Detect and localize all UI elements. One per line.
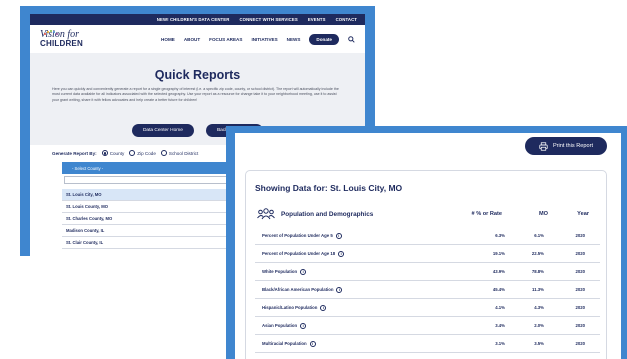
option-county[interactable]: County [101, 150, 125, 156]
data-table: Percent of Population Under Age 5i 6.3% … [255, 227, 600, 353]
utility-link-contact[interactable]: CONTACT [336, 17, 357, 22]
option-zip-code[interactable]: Zip Code [129, 150, 156, 156]
row-label-text: Hispanic/Latino Population [262, 305, 318, 310]
nav-news[interactable]: NEWS [287, 37, 301, 42]
row-label-text: White Population [262, 269, 298, 274]
info-icon[interactable]: i [320, 304, 327, 311]
row-label-text: Multiracial Population [262, 341, 307, 346]
row-value: 45.4% [492, 287, 505, 292]
row-label-text: Black/African American Population [262, 287, 334, 292]
search-icon[interactable] [348, 35, 355, 43]
column-header-rate: # % or Rate [471, 211, 502, 217]
table-row: Hispanic/Latino Population i 4.1% 4.3% 20… [255, 299, 600, 317]
row-label: Hispanic/Latino Population i [262, 304, 327, 311]
info-icon[interactable]: i [300, 322, 307, 329]
row-value: 19.1% [492, 251, 505, 256]
page-description: Here you can quickly and conveniently ge… [52, 87, 339, 102]
row-label-text: Percent of Population Under Age 5 [262, 233, 333, 238]
donate-button[interactable]: Donate [309, 33, 339, 45]
row-label: Percent of Population Under Age 18 i [262, 250, 345, 257]
generate-report-row: Generate Report By: County Zip Code Scho… [52, 150, 198, 156]
print-report-button[interactable]: Print this Report [525, 137, 607, 155]
logo-dots-icon [44, 30, 58, 36]
row-mo: 3.5% [534, 341, 544, 346]
section-label: Population and Demographics [281, 210, 374, 218]
nav-links: HOME ABOUT FOCUS AREAS INITIATIVES NEWS … [161, 33, 355, 45]
option-school-label: School District [168, 150, 199, 156]
composite-screenshot: NEW! CHILDREN'S DATA CENTER CONNECT WITH… [0, 0, 627, 359]
row-year: 2020 [575, 269, 585, 274]
nav-home[interactable]: HOME [161, 37, 175, 42]
row-value: 6.3% [495, 233, 505, 238]
table-row: Black/African American Population i 45.4%… [255, 281, 600, 299]
row-year: 2020 [575, 251, 585, 256]
table-row: Multiracial Population i 3.1% 3.5% 2020 [255, 335, 600, 353]
row-mo: 78.8% [531, 269, 544, 274]
row-value: 3.4% [495, 323, 505, 328]
row-label: White Population i [262, 268, 307, 275]
row-year: 2020 [575, 305, 585, 310]
nav-about[interactable]: ABOUT [184, 37, 200, 42]
utility-link-events[interactable]: EVENTS [308, 17, 326, 22]
column-header-year: Year [577, 211, 589, 217]
utility-bar: NEW! CHILDREN'S DATA CENTER CONNECT WITH… [30, 14, 365, 25]
nav-initiatives[interactable]: INITIATIVES [251, 37, 277, 42]
row-year: 2020 [575, 287, 585, 292]
info-icon[interactable]: i [300, 268, 307, 275]
data-center-home-button[interactable]: Data Center Home [131, 124, 194, 137]
main-nav: Vision for CHILDREN HOME ABOUT FOCUS ARE… [30, 25, 365, 53]
info-icon[interactable]: i [309, 340, 316, 347]
option-county-label: County [109, 150, 125, 156]
row-value: 4.1% [495, 305, 505, 310]
logo-text-bottom: CHILDREN [40, 39, 83, 48]
row-mo: 6.1% [534, 233, 544, 238]
row-value: 3.1% [495, 341, 505, 346]
row-value: 43.9% [492, 269, 505, 274]
row-label-text: Asian Population [262, 323, 298, 328]
row-mo: 11.3% [532, 287, 544, 292]
page-title: Quick Reports [154, 68, 241, 82]
option-zip-label: Zip Code [137, 150, 156, 156]
print-report-label: Print this Report [552, 143, 594, 149]
option-school-district[interactable]: School District [160, 150, 199, 156]
info-icon[interactable]: i [336, 286, 343, 293]
info-icon[interactable]: i [338, 250, 345, 257]
row-mo: 2.0% [534, 323, 544, 328]
radio-zip-code[interactable] [129, 150, 136, 156]
column-header-mo: MO [538, 211, 548, 217]
row-label: Black/African American Population i [262, 286, 343, 293]
printer-icon [539, 141, 548, 151]
row-label: Percent of Population Under Age 5i [262, 232, 342, 239]
info-icon[interactable]: i [335, 232, 342, 239]
row-label: Multiracial Population i [262, 340, 316, 347]
row-mo: 4.3% [534, 305, 544, 310]
nav-focus-areas[interactable]: FOCUS AREAS [209, 37, 242, 42]
row-year: 2020 [575, 341, 585, 346]
report-page: Print this Report Showing Data for: St. … [235, 133, 621, 359]
people-group-icon [257, 208, 275, 220]
report-title: Showing Data for: St. Louis City, MO [255, 183, 403, 193]
radio-school-district[interactable] [160, 150, 167, 156]
report-card: Showing Data for: St. Louis City, MO Pop… [245, 170, 607, 359]
radio-county[interactable] [101, 150, 108, 156]
generate-label: Generate Report By: [52, 150, 97, 156]
row-year: 2020 [575, 323, 585, 328]
table-row: Percent of Population Under Age 5i 6.3% … [255, 227, 600, 245]
table-row: Percent of Population Under Age 18 i 19.1… [255, 245, 600, 263]
row-mo: 22.5% [531, 251, 544, 256]
table-row: Asian Population i 3.4% 2.0% 2020 [255, 317, 600, 335]
utility-link-data-center[interactable]: NEW! CHILDREN'S DATA CENTER [157, 17, 230, 22]
report-window: Print this Report Showing Data for: St. … [226, 126, 627, 359]
table-row: White Population i 43.9% 78.8% 2020 [255, 263, 600, 281]
row-label: Asian Population i [262, 322, 307, 329]
row-label-text: Percent of Population Under Age 18 [262, 251, 336, 256]
row-year: 2020 [575, 233, 585, 238]
utility-link-services[interactable]: CONNECT WITH SERVICES [239, 17, 297, 22]
